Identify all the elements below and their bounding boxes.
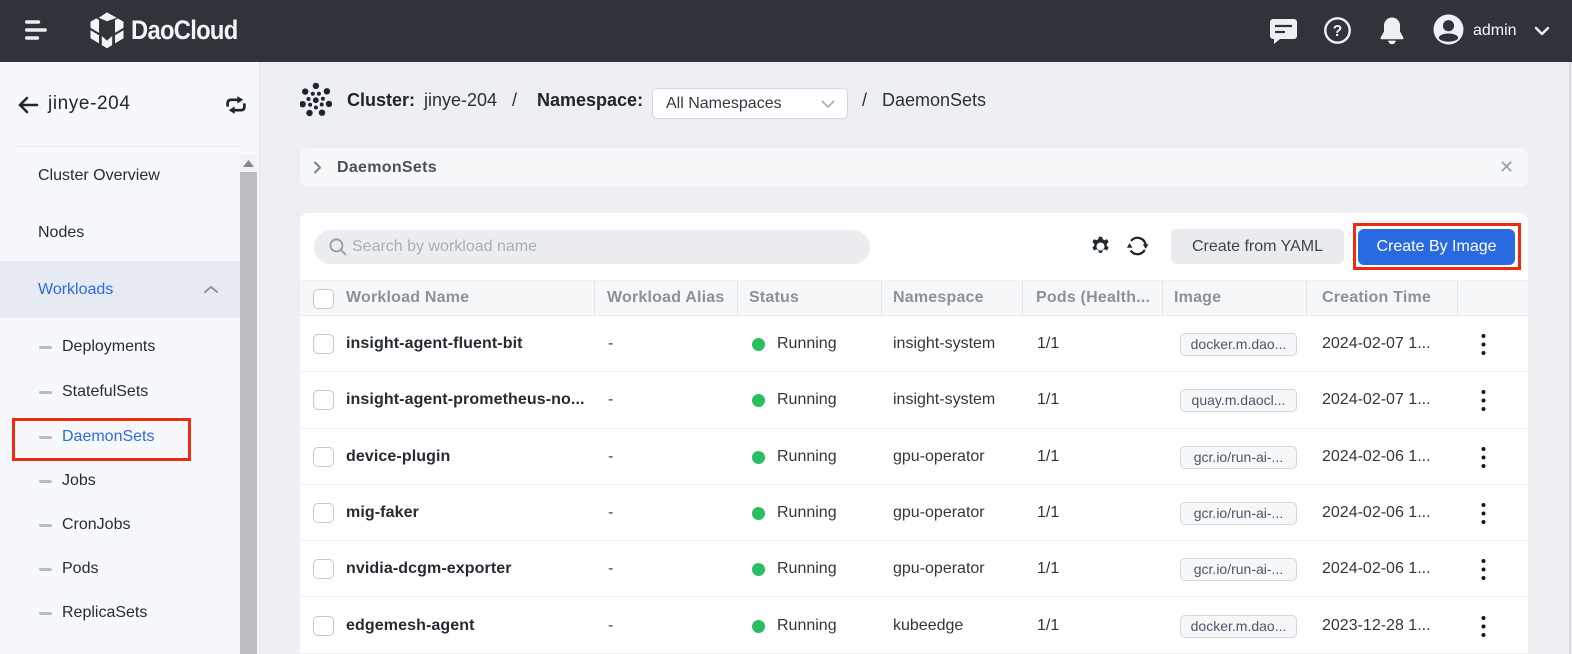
svg-text:?: ? xyxy=(1333,23,1342,40)
